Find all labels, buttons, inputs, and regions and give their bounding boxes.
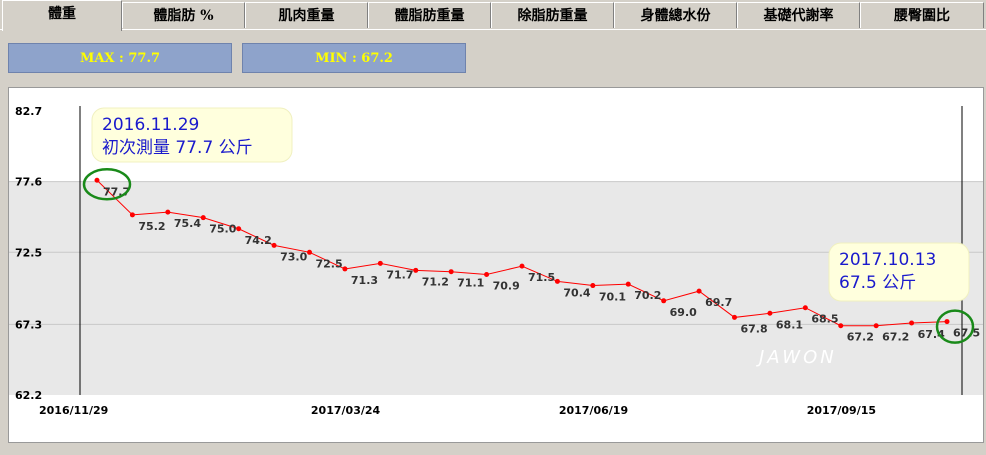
data-label: 67.8 <box>741 322 768 335</box>
tab-bmr[interactable]: 基礎代謝率 <box>737 2 860 28</box>
x-tick-label: 2017/06/19 <box>559 404 628 417</box>
tab-waist-hip-ratio[interactable]: 腰臀圍比 <box>860 2 984 28</box>
weight-line-chart: 82.777.672.567.362.2JAWON77.775.2 75.4 75.… <box>9 105 983 417</box>
data-point <box>236 226 242 232</box>
data-point <box>909 320 915 326</box>
latest-measure-note-line1: 2017.10.13 <box>839 250 936 270</box>
first-measure-note-line1: 2016.11.29 <box>102 115 199 135</box>
y-tick-label: 72.5 <box>15 246 42 259</box>
data-label: 71.7 <box>386 268 413 281</box>
tab-divider <box>0 29 986 30</box>
data-point <box>307 249 312 255</box>
data-point <box>200 215 206 221</box>
x-tick-label: 2017/09/15 <box>807 404 876 417</box>
tab-body-fat-percent[interactable]: 體脂肪 % <box>122 2 245 28</box>
data-label: 67.4 <box>918 328 945 341</box>
data-point <box>767 310 773 316</box>
data-point <box>554 278 560 284</box>
data-point <box>519 263 525 269</box>
max-badge: MAX : 77.7 <box>8 43 232 73</box>
y-tick-label: 62.2 <box>15 389 42 402</box>
data-point <box>732 314 737 320</box>
data-label: 72.5 <box>316 257 343 270</box>
data-point <box>944 319 950 325</box>
data-label: 71.5 <box>528 271 555 284</box>
data-point <box>484 271 490 277</box>
data-point <box>129 212 135 218</box>
data-point <box>696 288 702 294</box>
data-label: 68.1 <box>776 318 803 331</box>
y-tick-label: 67.3 <box>15 318 42 331</box>
data-label: 70.9 <box>493 279 520 292</box>
tab-bar: 體重 體脂肪 % 肌肉重量 體脂肪重量 除脂肪重量 身體總水份 基礎代謝率 腰臀… <box>0 0 986 31</box>
data-label: 75.4 <box>174 217 201 230</box>
x-tick-label: 2016/11/29 <box>39 404 108 417</box>
data-label: 67.2 <box>882 331 909 344</box>
data-point <box>271 242 277 248</box>
data-label: 68.5 <box>811 313 838 326</box>
data-label: 70.1 <box>599 291 626 304</box>
tab-muscle-weight[interactable]: 肌肉重量 <box>245 2 368 28</box>
data-label: 69.7 <box>705 296 732 309</box>
data-point <box>342 266 348 272</box>
first-measure-note-line2: 初次測量 77.7 公斤 <box>102 138 253 158</box>
tab-body-water[interactable]: 身體總水份 <box>614 2 737 28</box>
data-point <box>661 298 667 304</box>
tab-weight[interactable]: 體重 <box>2 0 122 31</box>
data-label: 69.0 <box>670 306 697 319</box>
data-point <box>625 281 631 287</box>
data-label: 71.1 <box>457 277 484 290</box>
min-badge: MIN : 67.2 <box>242 43 466 73</box>
data-label: 70.4 <box>563 286 590 299</box>
x-tick-label: 2017/03/24 <box>311 404 381 417</box>
data-point <box>94 177 100 183</box>
data-point <box>413 267 419 273</box>
chart-panel: 82.7 77.6 72.5 67.3 62.2 JAWON 77.7 75.2 75.4 75.… <box>8 87 984 443</box>
data-label: 75.0 <box>209 223 236 236</box>
data-point <box>590 283 596 289</box>
tab-fat-free-weight[interactable]: 除脂肪重量 <box>491 2 614 28</box>
y-tick-label: 77.6 <box>15 176 42 189</box>
data-label: 73.0 <box>280 250 307 263</box>
data-point <box>448 269 454 275</box>
data-label: 74.2 <box>245 234 272 247</box>
data-point <box>165 209 171 215</box>
data-point <box>802 305 808 311</box>
data-label: 70.2 <box>634 289 661 302</box>
watermark: JAWON <box>756 347 837 368</box>
data-label: 71.3 <box>351 274 378 287</box>
data-label: 75.2 <box>138 220 165 233</box>
data-label: 67.2 <box>847 331 874 344</box>
latest-measure-note-line2: 67.5 公斤 <box>839 273 916 293</box>
tab-fat-weight[interactable]: 體脂肪重量 <box>368 2 491 28</box>
data-point <box>838 323 844 329</box>
data-point <box>873 323 879 329</box>
data-label: 71.2 <box>422 275 449 288</box>
data-point <box>377 260 383 266</box>
y-tick-label: 82.7 <box>15 105 42 118</box>
